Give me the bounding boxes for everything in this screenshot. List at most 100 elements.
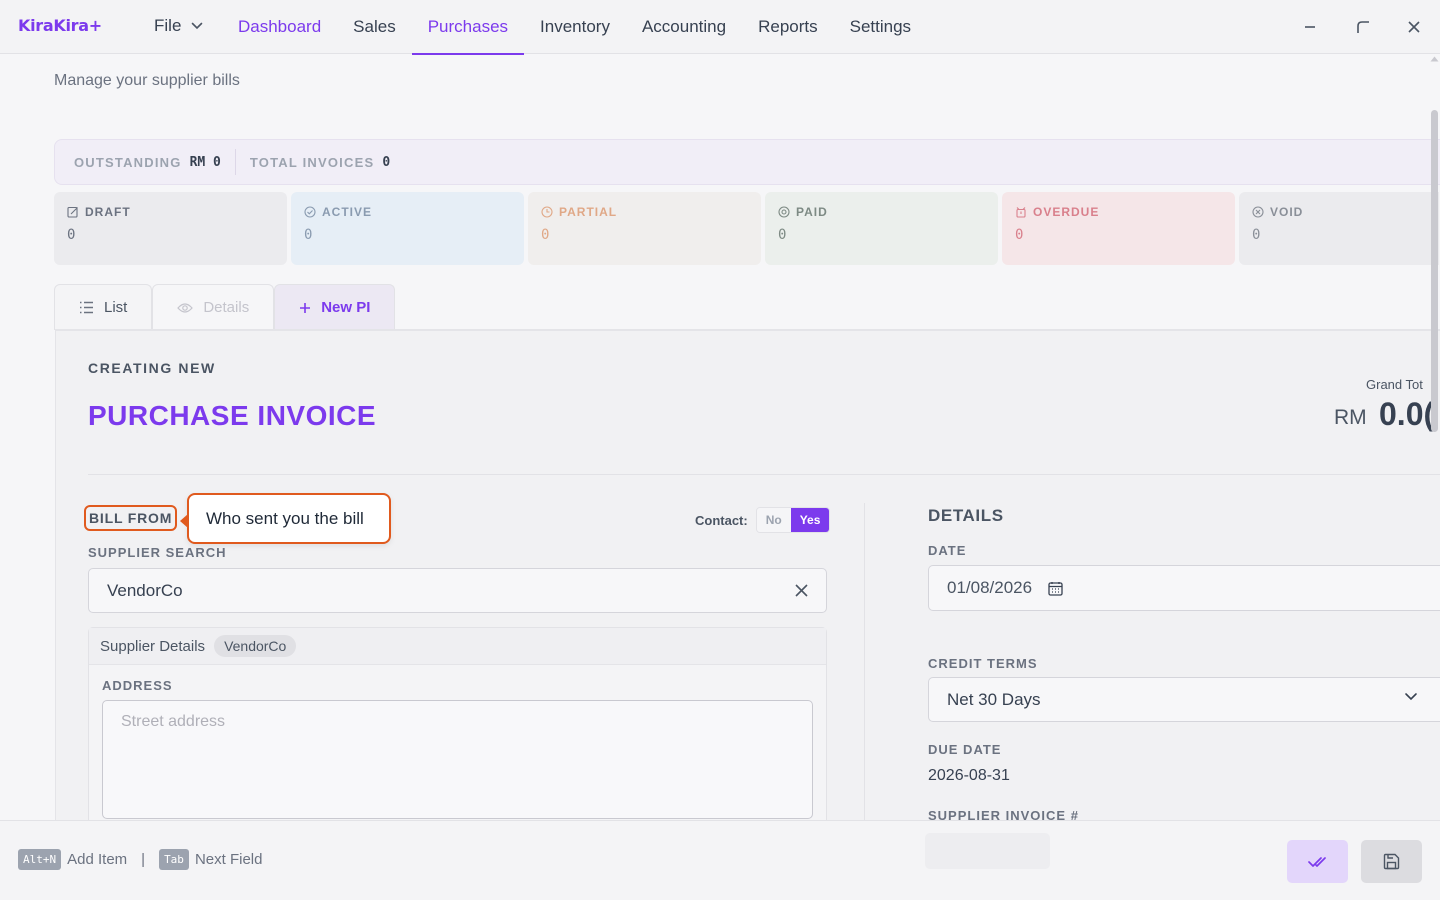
status-value: 0 bbox=[1015, 227, 1024, 243]
contact-no-option[interactable]: No bbox=[756, 508, 791, 532]
due-date-value: 2026-08-31 bbox=[928, 767, 1010, 784]
tab-details[interactable]: Details bbox=[152, 284, 275, 330]
grand-total-currency: RM bbox=[1334, 406, 1367, 429]
faded-field bbox=[925, 833, 1050, 869]
status-label: ACTIVE bbox=[322, 205, 373, 219]
nav-label: Inventory bbox=[540, 17, 610, 36]
outstanding-value: RM 0 bbox=[189, 154, 221, 170]
status-value: 0 bbox=[778, 227, 787, 243]
credit-terms-select[interactable]: Net 30 Days bbox=[928, 677, 1440, 722]
shortcut-key: Alt+N bbox=[18, 849, 62, 870]
app-logo: KiraKira+ bbox=[18, 16, 102, 35]
contact-toggle-group: Contact: No Yes bbox=[695, 507, 831, 533]
nav-label: Purchases bbox=[427, 17, 509, 36]
nav-dashboard[interactable]: Dashboard bbox=[222, 0, 337, 54]
nav-purchases[interactable]: Purchases bbox=[411, 0, 525, 55]
edit-icon bbox=[67, 206, 78, 218]
address-placeholder: Street address bbox=[121, 713, 226, 730]
check-circle-icon bbox=[304, 206, 316, 218]
column-divider bbox=[864, 503, 865, 823]
file-menu-label: File bbox=[154, 16, 182, 35]
file-menu[interactable]: File bbox=[154, 16, 203, 36]
scrollbar-thumb[interactable] bbox=[1431, 110, 1438, 432]
nav-label: Dashboard bbox=[238, 17, 322, 36]
shortcut-key: Tab bbox=[159, 849, 189, 870]
eye-icon bbox=[177, 302, 194, 313]
status-card-overdue[interactable]: OVERDUE 0 bbox=[1002, 192, 1235, 265]
tab-new-pi[interactable]: New PI bbox=[274, 284, 396, 330]
nav-inventory[interactable]: Inventory bbox=[524, 0, 626, 54]
supplier-details-label: Supplier Details bbox=[100, 637, 206, 655]
close-window-button[interactable] bbox=[1401, 14, 1427, 40]
close-icon bbox=[1408, 21, 1420, 33]
date-input[interactable]: 01/08/2026 bbox=[928, 565, 1440, 611]
plus-icon bbox=[300, 302, 311, 313]
page-subtitle: Manage your supplier bills bbox=[54, 72, 240, 89]
supplier-chip: VendorCo bbox=[214, 635, 297, 657]
grand-total-label: Grand Tot bbox=[1366, 377, 1423, 392]
bill-from-heading: BILL FROM bbox=[84, 505, 178, 531]
contact-toggle: No Yes bbox=[755, 507, 831, 533]
supplier-search-value: VendorCo bbox=[107, 580, 183, 600]
view-tabs: List Details New PI bbox=[54, 284, 396, 330]
shortcut-label: Add Item bbox=[67, 851, 128, 868]
divider bbox=[234, 149, 236, 175]
form-title: PURCHASE INVOICE bbox=[88, 400, 377, 431]
dollar-circle-icon bbox=[778, 206, 790, 218]
tooltip-callout: Who sent you the bill bbox=[180, 493, 391, 544]
status-label: DRAFT bbox=[85, 205, 131, 219]
status-label: OVERDUE bbox=[1033, 205, 1100, 219]
status-label: VOID bbox=[1270, 205, 1304, 219]
nav-label: Sales bbox=[353, 17, 396, 36]
clock-icon bbox=[541, 206, 553, 218]
save-button[interactable] bbox=[1361, 840, 1422, 883]
footer-bar: Alt+N Add Item | Tab Next Field bbox=[0, 820, 1440, 900]
total-invoices-value: 0 bbox=[382, 154, 391, 170]
maximize-button[interactable] bbox=[1350, 14, 1376, 40]
contact-yes-option[interactable]: Yes bbox=[790, 508, 830, 532]
tab-list[interactable]: List bbox=[54, 284, 153, 330]
status-label: PARTIAL bbox=[559, 205, 618, 219]
supplier-details-box: Supplier Details VendorCo ADDRESS Street… bbox=[88, 627, 827, 827]
status-value: 0 bbox=[67, 227, 76, 243]
minimize-button[interactable] bbox=[1297, 14, 1323, 40]
tab-label: List bbox=[104, 299, 128, 316]
void-circle-icon bbox=[1252, 206, 1264, 218]
tab-label: New PI bbox=[321, 299, 371, 316]
shortcut-label: Next Field bbox=[194, 851, 263, 868]
minimize-icon bbox=[1305, 26, 1315, 28]
double-check-icon bbox=[1307, 856, 1326, 867]
nav-settings[interactable]: Settings bbox=[834, 0, 927, 54]
nav-sales[interactable]: Sales bbox=[337, 0, 412, 54]
total-invoices-label: TOTAL INVOICES bbox=[249, 154, 375, 170]
nav-reports[interactable]: Reports bbox=[742, 0, 834, 54]
supplier-search-input[interactable]: VendorCo bbox=[88, 568, 827, 613]
summary-bar: OUTSTANDING RM 0 TOTAL INVOICES 0 bbox=[54, 139, 1440, 185]
status-card-partial[interactable]: PARTIAL 0 bbox=[528, 192, 761, 265]
save-icon bbox=[1383, 853, 1400, 870]
keyboard-hints: Alt+N Add Item | Tab Next Field bbox=[18, 849, 262, 870]
calendar-icon[interactable] bbox=[1048, 581, 1063, 596]
date-label: DATE bbox=[928, 543, 967, 558]
status-cards: DRAFT 0 ACTIVE 0 PARTIAL 0 PAID 0 OVERDU… bbox=[54, 192, 1439, 265]
alarm-icon bbox=[1016, 207, 1026, 218]
clear-icon[interactable] bbox=[795, 584, 808, 597]
list-icon bbox=[80, 301, 93, 314]
address-textarea[interactable]: Street address bbox=[102, 700, 813, 819]
status-card-paid[interactable]: PAID 0 bbox=[765, 192, 998, 265]
grand-total-value: 0.0( bbox=[1379, 396, 1435, 432]
contact-label: Contact: bbox=[695, 512, 748, 528]
status-card-void[interactable]: VOID 0 bbox=[1239, 192, 1439, 265]
status-card-active[interactable]: ACTIVE 0 bbox=[291, 192, 524, 265]
status-value: 0 bbox=[1252, 227, 1261, 243]
scroll-up-arrow[interactable] bbox=[1430, 56, 1439, 62]
finalize-button[interactable] bbox=[1287, 840, 1348, 883]
status-card-draft[interactable]: DRAFT 0 bbox=[54, 192, 287, 265]
address-label: ADDRESS bbox=[102, 678, 173, 693]
outstanding-label: OUTSTANDING bbox=[74, 154, 182, 170]
status-value: 0 bbox=[541, 227, 550, 243]
nav-accounting[interactable]: Accounting bbox=[626, 0, 742, 54]
details-heading: DETAILS bbox=[928, 506, 1004, 525]
supplier-details-header[interactable]: Supplier Details VendorCo bbox=[89, 628, 826, 665]
status-value: 0 bbox=[304, 227, 313, 243]
